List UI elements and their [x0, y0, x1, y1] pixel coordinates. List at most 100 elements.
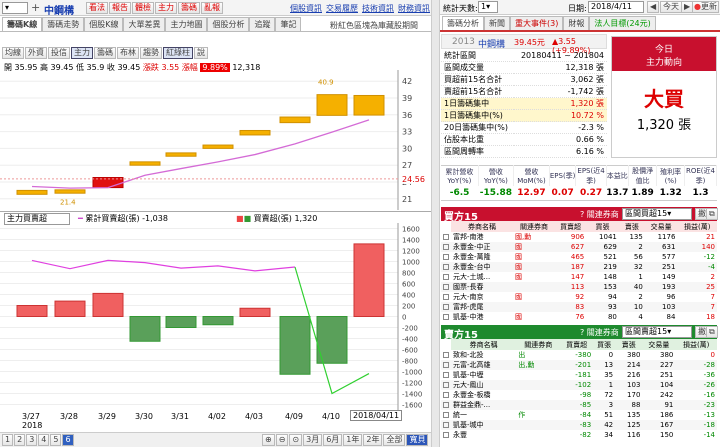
column-header[interactable]: 券商名稱 [451, 221, 514, 232]
checkbox-icon[interactable] [443, 361, 449, 368]
buy-copy-button[interactable]: ⧉ [706, 208, 718, 220]
zoom-reset-icon[interactable]: ⊙ [289, 434, 303, 446]
tool-button-4[interactable]: 籌碼 [94, 47, 116, 59]
row-checkbox[interactable] [441, 420, 451, 430]
row-checkbox[interactable] [441, 282, 451, 292]
column-header[interactable]: 交易量 [642, 339, 676, 350]
tool-button-3[interactable]: 主力 [71, 47, 93, 59]
page-button-2[interactable]: 3 [26, 434, 38, 446]
tab-left-7[interactable]: 筆記 [275, 17, 302, 31]
tool-button-1[interactable]: 外資 [25, 47, 47, 59]
tab-left-5[interactable]: 個股分析 [207, 17, 250, 31]
broker-row[interactable]: 元大-鳳山 -102 1 103 104 -26 [441, 380, 717, 390]
date-field[interactable]: 2018/4/11 [588, 1, 644, 13]
page-button-5[interactable]: 6 [62, 434, 74, 446]
column-header[interactable]: 賣張 [615, 339, 643, 350]
range-button-3[interactable]: 2年 [363, 434, 383, 446]
tab-left-3[interactable]: 大單差異 [123, 17, 166, 31]
tab-left-6[interactable]: 追蹤 [249, 17, 276, 31]
today-button[interactable]: 今天 [660, 1, 682, 13]
broker-row[interactable]: 元大-土城... 國 147 148 1 149 2 [441, 272, 717, 282]
range-button-0[interactable]: 3月 [303, 434, 323, 446]
top-link-1[interactable]: 交易履歷 [326, 3, 358, 14]
checkbox-icon[interactable] [443, 421, 449, 428]
tab-right-0[interactable]: 籌碼分析 [442, 16, 484, 30]
tab-right-1[interactable]: 新聞 [484, 16, 510, 30]
row-checkbox[interactable] [441, 242, 451, 252]
symbol-select[interactable]: ▾ [2, 2, 28, 14]
broker-row[interactable]: 凱基-中港 國 76 80 4 84 18 [441, 312, 717, 322]
sell-range-select[interactable]: 區間賣超15▾ [622, 326, 692, 338]
broker-row[interactable]: 富邦-虎尾 83 93 10 103 7 [441, 302, 717, 312]
row-checkbox[interactable] [441, 302, 451, 312]
range-button-4[interactable]: 全部 [383, 434, 406, 446]
tab-right-2[interactable]: 重大事件(3) [510, 16, 564, 30]
row-checkbox[interactable] [441, 410, 451, 420]
broker-row[interactable]: 統一 作 -84 51 135 186 -13 [441, 410, 717, 420]
page-button-0[interactable]: 1 [2, 434, 14, 446]
column-header[interactable]: 損益(萬) [677, 221, 717, 232]
row-checkbox[interactable] [441, 312, 451, 322]
checkbox-icon[interactable] [443, 431, 449, 438]
broker-row[interactable]: 永豐金-板橋 -98 72 170 242 -16 [441, 390, 717, 400]
row-checkbox[interactable] [441, 252, 451, 262]
column-header[interactable]: 買賣超 [560, 339, 594, 350]
column-header[interactable]: 買張 [586, 221, 619, 232]
column-header[interactable]: 交易量 [644, 221, 678, 232]
top-button-5[interactable]: 亂報 [201, 2, 223, 14]
checkbox-icon[interactable] [443, 303, 449, 310]
row-checkbox[interactable] [441, 390, 451, 400]
page-button-4[interactable]: 5 [50, 434, 62, 446]
checkbox-icon[interactable] [443, 401, 449, 408]
tool-button-6[interactable]: 趨勢 [140, 47, 162, 59]
column-header[interactable]: 損益(萬) [675, 339, 717, 350]
broker-row[interactable]: 元富-北高雄 出,勳 -201 13 214 227 -28 [441, 360, 717, 370]
top-link-2[interactable]: 技術資訊 [362, 3, 394, 14]
page-button-1[interactable]: 2 [14, 434, 26, 446]
tool-button-8[interactable]: 說 [194, 47, 208, 59]
broker-row[interactable]: 富邦-南港 國,勳 906 1041 135 1176 21 [441, 232, 717, 242]
checkbox-icon[interactable] [443, 243, 449, 250]
refresh-button[interactable]: ●更新 [692, 1, 719, 13]
broker-row[interactable]: 國票-長春 113 153 40 193 25 [441, 282, 717, 292]
broker-row[interactable]: 永豐金-萬隆 國 465 521 56 577 -12 [441, 252, 717, 262]
row-checkbox[interactable] [441, 262, 451, 272]
top-link-3[interactable]: 財務資訊 [398, 3, 430, 14]
checkbox-icon[interactable] [443, 253, 449, 260]
tool-button-0[interactable]: 均線 [2, 47, 24, 59]
broker-row[interactable]: 凱基-城中 -83 42 125 167 -18 [441, 420, 717, 430]
tool-button-5[interactable]: 布林 [117, 47, 139, 59]
checkbox-icon[interactable] [443, 233, 449, 240]
row-checkbox[interactable] [441, 272, 451, 282]
zoom-in-icon[interactable]: ⊕ [262, 434, 275, 446]
page-button-3[interactable]: 4 [38, 434, 50, 446]
broker-row[interactable]: 元大-南京 國 92 94 2 96 7 [441, 292, 717, 302]
add-icon[interactable]: + [31, 1, 40, 14]
top-button-1[interactable]: 報告 [109, 2, 131, 14]
top-button-4[interactable]: 籌碼 [178, 2, 200, 14]
row-checkbox[interactable] [441, 350, 451, 360]
sell-copy-button[interactable]: ⧉ [706, 326, 718, 338]
row-checkbox[interactable] [441, 380, 451, 390]
broker-row[interactable]: 群益金鼎-... -85 3 88 91 -23 [441, 400, 717, 410]
period-select[interactable]: 1▾ [478, 1, 498, 13]
broker-row[interactable]: 永豐金-中正 國 627 629 2 631 140 [441, 242, 717, 252]
row-checkbox[interactable] [441, 360, 451, 370]
range-button-2[interactable]: 1年 [343, 434, 363, 446]
row-checkbox[interactable] [441, 400, 451, 410]
tab-right-3[interactable]: 財報 [563, 16, 590, 30]
checkbox-icon[interactable] [443, 411, 449, 418]
pane-divider[interactable] [431, 0, 440, 447]
column-header[interactable]: 券商名稱 [451, 339, 517, 350]
top-button-2[interactable]: 體檢 [132, 2, 154, 14]
tool-button-2[interactable]: 投信 [48, 47, 70, 59]
checkbox-icon[interactable] [443, 283, 449, 290]
checkbox-icon[interactable] [443, 293, 449, 300]
row-checkbox[interactable] [441, 430, 451, 440]
row-checkbox[interactable] [441, 232, 451, 242]
checkbox-icon[interactable] [443, 371, 449, 378]
price-chart[interactable]: 423936333027242140.921.424.56 [0, 70, 431, 210]
tab-left-2[interactable]: 個股K線 [84, 17, 124, 31]
tab-left-1[interactable]: 籌碼走勢 [42, 17, 85, 31]
checkbox-icon[interactable] [443, 313, 449, 320]
